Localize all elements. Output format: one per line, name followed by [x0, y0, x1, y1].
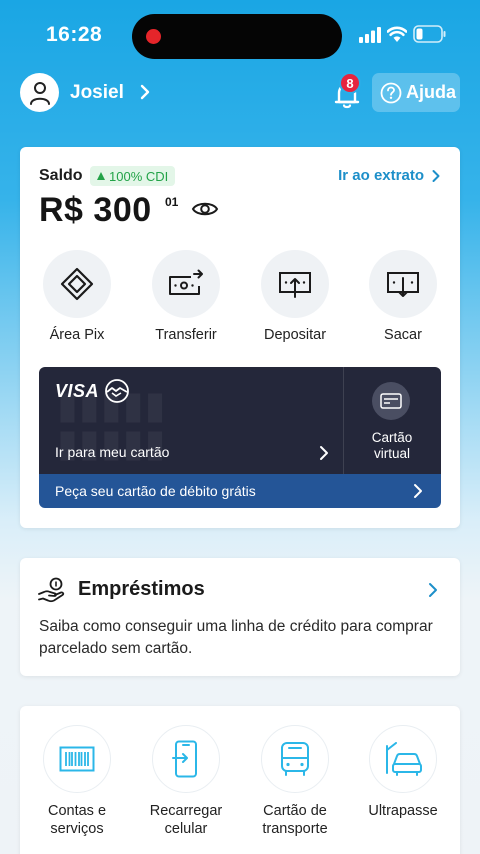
arrow-up-icon — [97, 172, 105, 180]
transfer-icon — [169, 269, 203, 295]
quick-actions: Área Pix Transferir Depositar Sacar — [20, 250, 460, 346]
service-transport-card[interactable]: Cartão de transporte — [240, 725, 350, 838]
withdraw-icon-circle — [369, 250, 437, 318]
virtual-card-label[interactable]: Cartão virtual — [354, 430, 430, 462]
bus-icon-circle — [261, 725, 329, 793]
balance-amount: R$ 300 — [39, 191, 152, 229]
loans-card[interactable]: Empréstimos Saiba como conseguir uma lin… — [20, 558, 460, 676]
dynamic-island — [132, 14, 342, 59]
service-label: Recarregar celular — [149, 803, 223, 837]
action-pix[interactable]: Área Pix — [22, 250, 132, 343]
notification-badge: 8 — [339, 72, 361, 94]
service-phone-recharge[interactable]: Recarregar celular — [131, 725, 241, 838]
chevron-right-icon — [429, 583, 437, 597]
cdi-badge-label: 100% CDI — [109, 168, 169, 184]
service-bills[interactable]: Contas e serviços — [22, 725, 132, 838]
help-label: Ajuda — [406, 82, 457, 102]
deposit-icon — [279, 272, 311, 298]
virtual-card-button[interactable] — [372, 382, 410, 420]
debit-card-offer[interactable]: Peça seu cartão de débito grátis — [39, 474, 441, 508]
help-button[interactable]: Ajuda — [372, 73, 460, 112]
bus-icon — [281, 742, 309, 776]
app-header: Josiel 8 Ajuda — [0, 72, 480, 114]
recording-indicator-icon — [146, 29, 161, 44]
service-ultrapasse[interactable]: Ultrapasse — [348, 725, 458, 820]
chevron-right-icon — [414, 484, 422, 498]
visa-logo: VISA — [55, 381, 100, 401]
statement-link-label: Ir ao extrato — [338, 167, 424, 184]
eye-icon[interactable] — [191, 199, 219, 219]
balance-card: Saldo 100% CDI Ir ao extrato R$ 300 01 Á… — [20, 147, 460, 528]
service-label: Ultrapasse — [368, 803, 438, 819]
status-bar: 16:28 — [0, 0, 480, 70]
car-toll-icon-circle — [369, 725, 437, 793]
card-icon — [380, 393, 402, 409]
action-withdraw[interactable]: Sacar — [348, 250, 458, 343]
services-card: Contas e serviços Recarregar celular Car… — [20, 706, 460, 854]
barcode-icon — [59, 746, 95, 772]
service-label: Cartão de transporte — [262, 803, 328, 837]
action-label: Transferir — [155, 327, 217, 343]
pix-icon-circle — [43, 250, 111, 318]
avatar[interactable] — [20, 73, 59, 112]
cdi-badge: 100% CDI — [90, 166, 176, 186]
my-card-panel[interactable]: ▮▮▮▮▮ ▮▮▮▮▮ VISA Ir para meu cartão Cartã… — [39, 367, 441, 474]
my-card-link[interactable]: Ir para meu cartão — [55, 444, 169, 460]
pix-icon — [60, 267, 94, 301]
loans-title: Empréstimos — [78, 578, 205, 600]
deposit-icon-circle — [261, 250, 329, 318]
action-deposit[interactable]: Depositar — [240, 250, 350, 343]
action-transfer[interactable]: Transferir — [131, 250, 241, 343]
question-icon — [380, 82, 402, 103]
phone-recharge-icon-circle — [152, 725, 220, 793]
status-time: 16:28 — [46, 23, 103, 46]
signal-icon — [359, 27, 381, 43]
action-label: Depositar — [263, 327, 327, 343]
user-icon — [29, 81, 50, 105]
battery-icon — [413, 25, 446, 43]
phone-recharge-icon — [172, 740, 197, 778]
action-label: Área Pix — [49, 327, 105, 343]
divider — [343, 367, 344, 474]
user-name[interactable]: Josiel — [70, 82, 124, 104]
statement-link[interactable]: Ir ao extrato — [338, 167, 440, 184]
service-label: Contas e serviços — [47, 803, 107, 837]
car-toll-icon — [386, 742, 422, 776]
loan-hand-coin-icon — [38, 577, 65, 603]
wifi-icon — [387, 26, 407, 42]
action-label: Sacar — [384, 327, 422, 343]
loans-description: Saiba como conseguir uma linha de crédit… — [39, 618, 433, 657]
withdraw-icon — [387, 272, 419, 297]
transfer-icon-circle — [152, 250, 220, 318]
chevron-right-icon[interactable] — [138, 82, 152, 102]
chevron-right-icon — [320, 446, 328, 460]
balance-cents: 01 — [165, 195, 179, 209]
debit-card-offer-label: Peça seu cartão de débito grátis — [55, 483, 256, 499]
barcode-icon-circle — [43, 725, 111, 793]
balance-label: Saldo — [39, 167, 83, 184]
handshake-icon — [105, 379, 129, 403]
chevron-right-icon — [432, 169, 440, 182]
